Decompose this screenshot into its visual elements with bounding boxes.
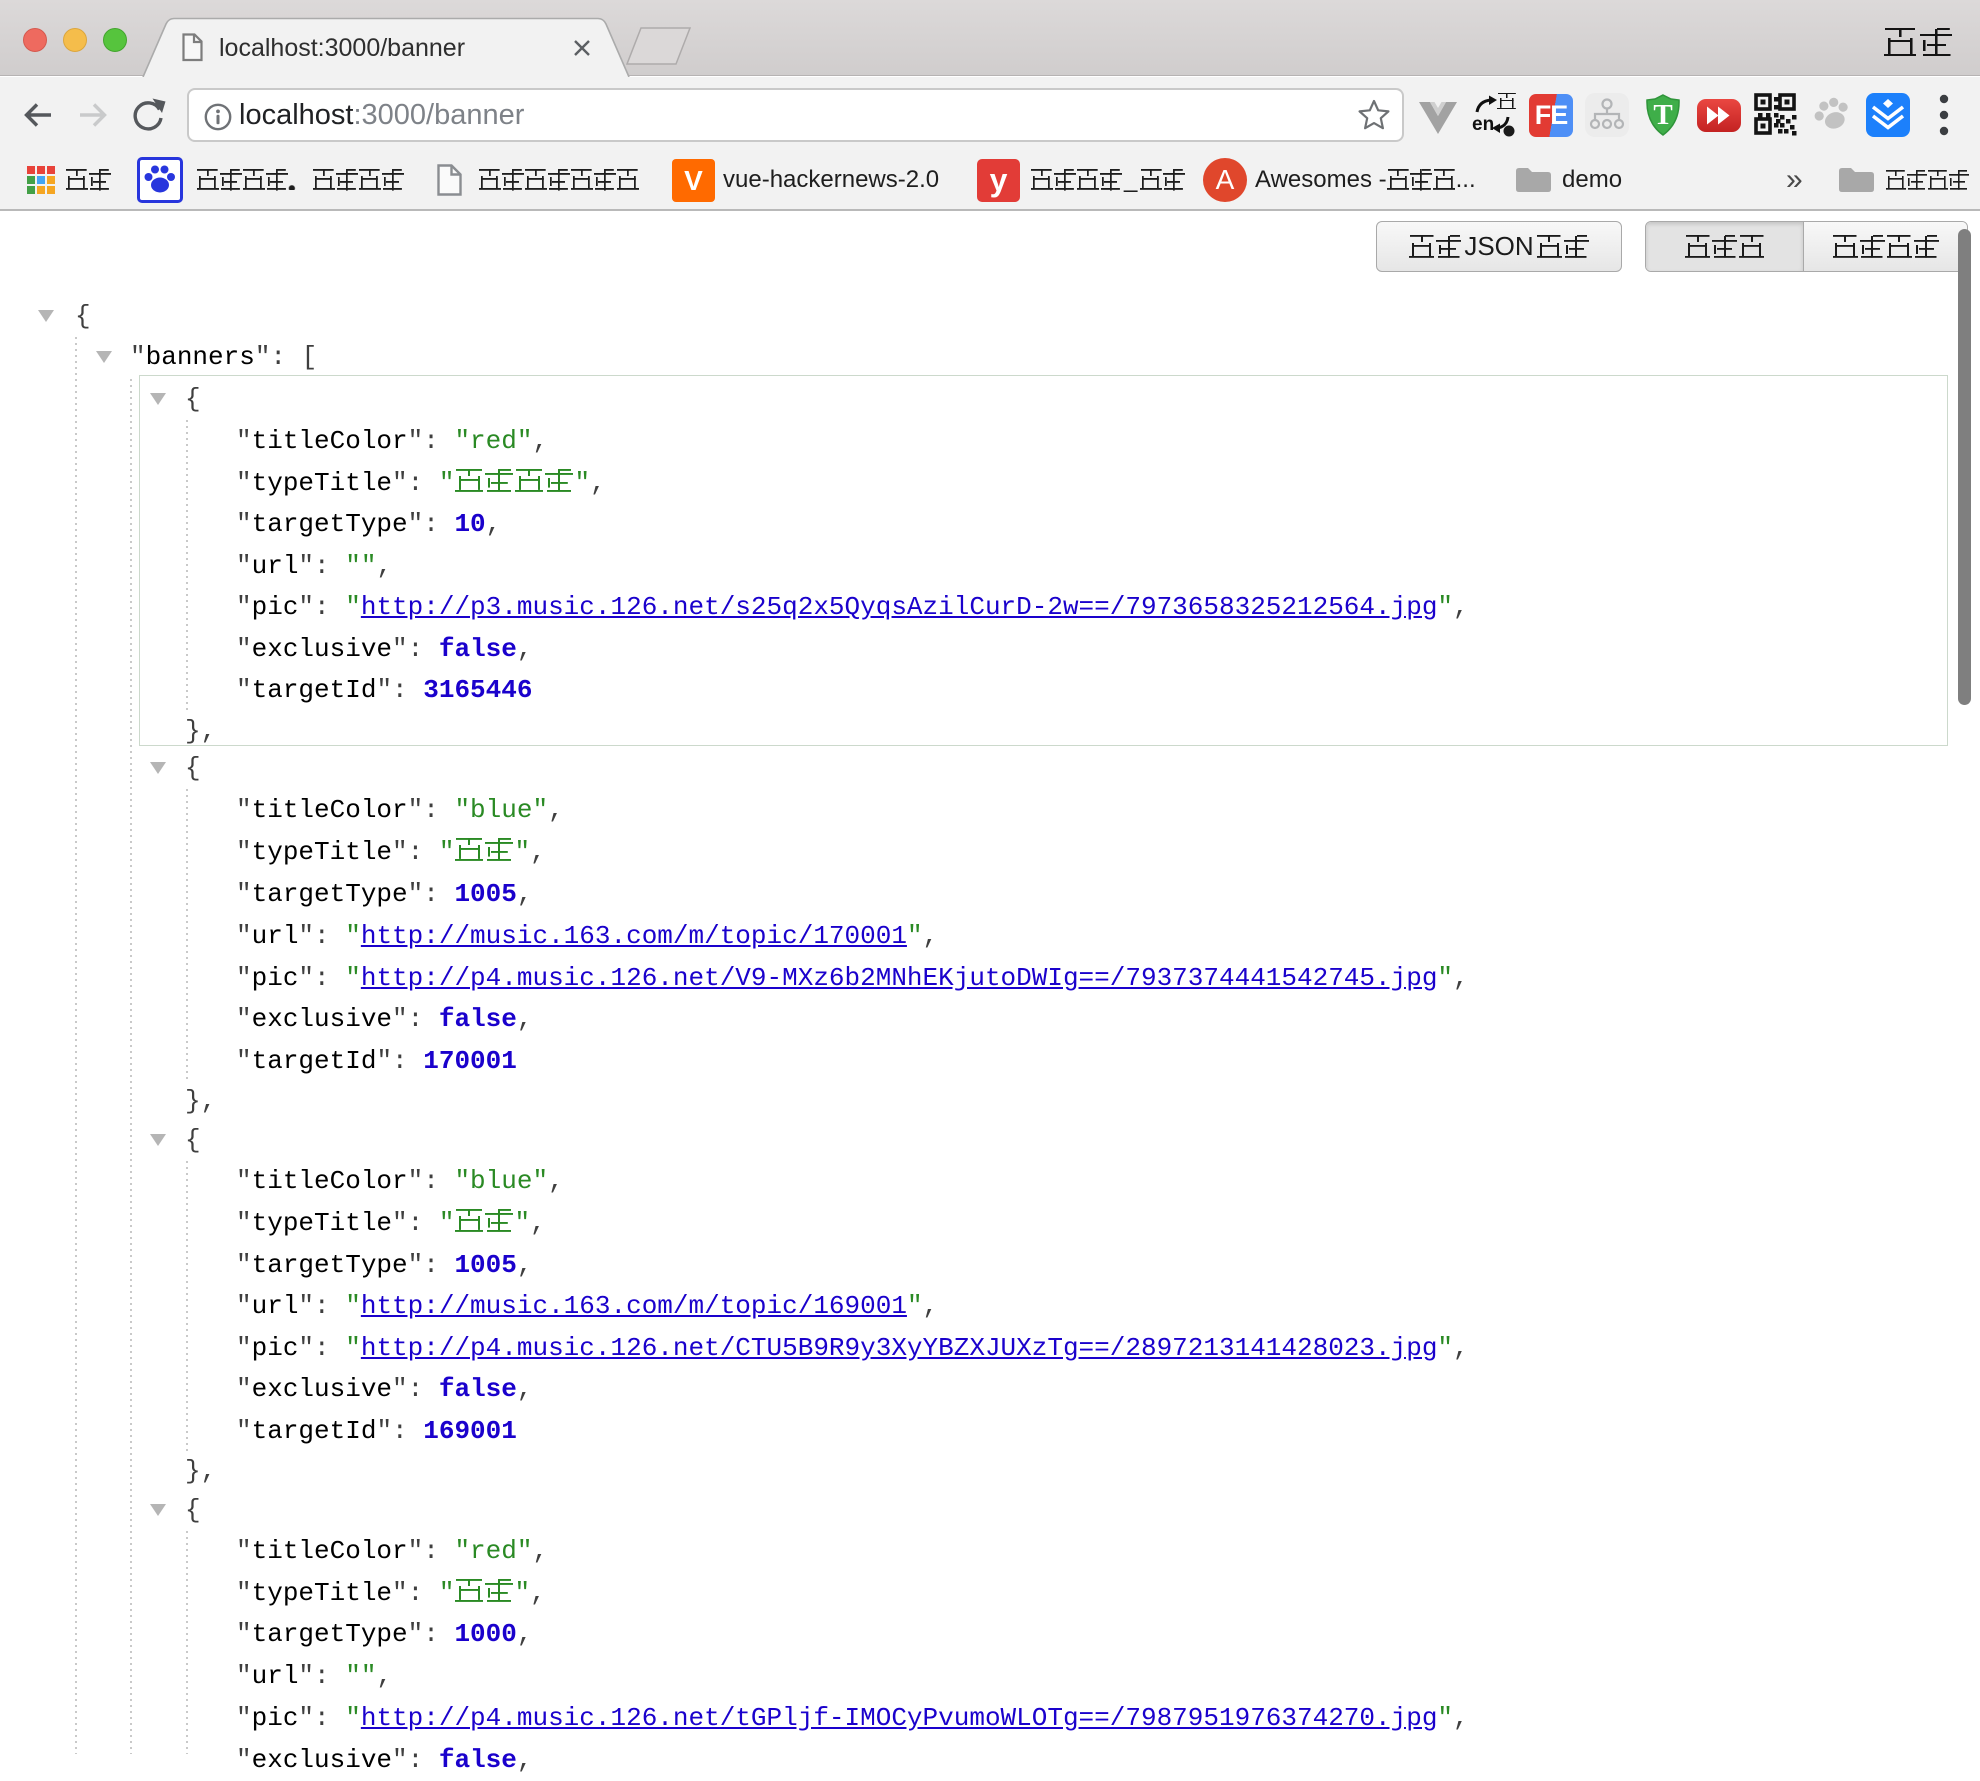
svg-text:T: T bbox=[1653, 99, 1672, 131]
